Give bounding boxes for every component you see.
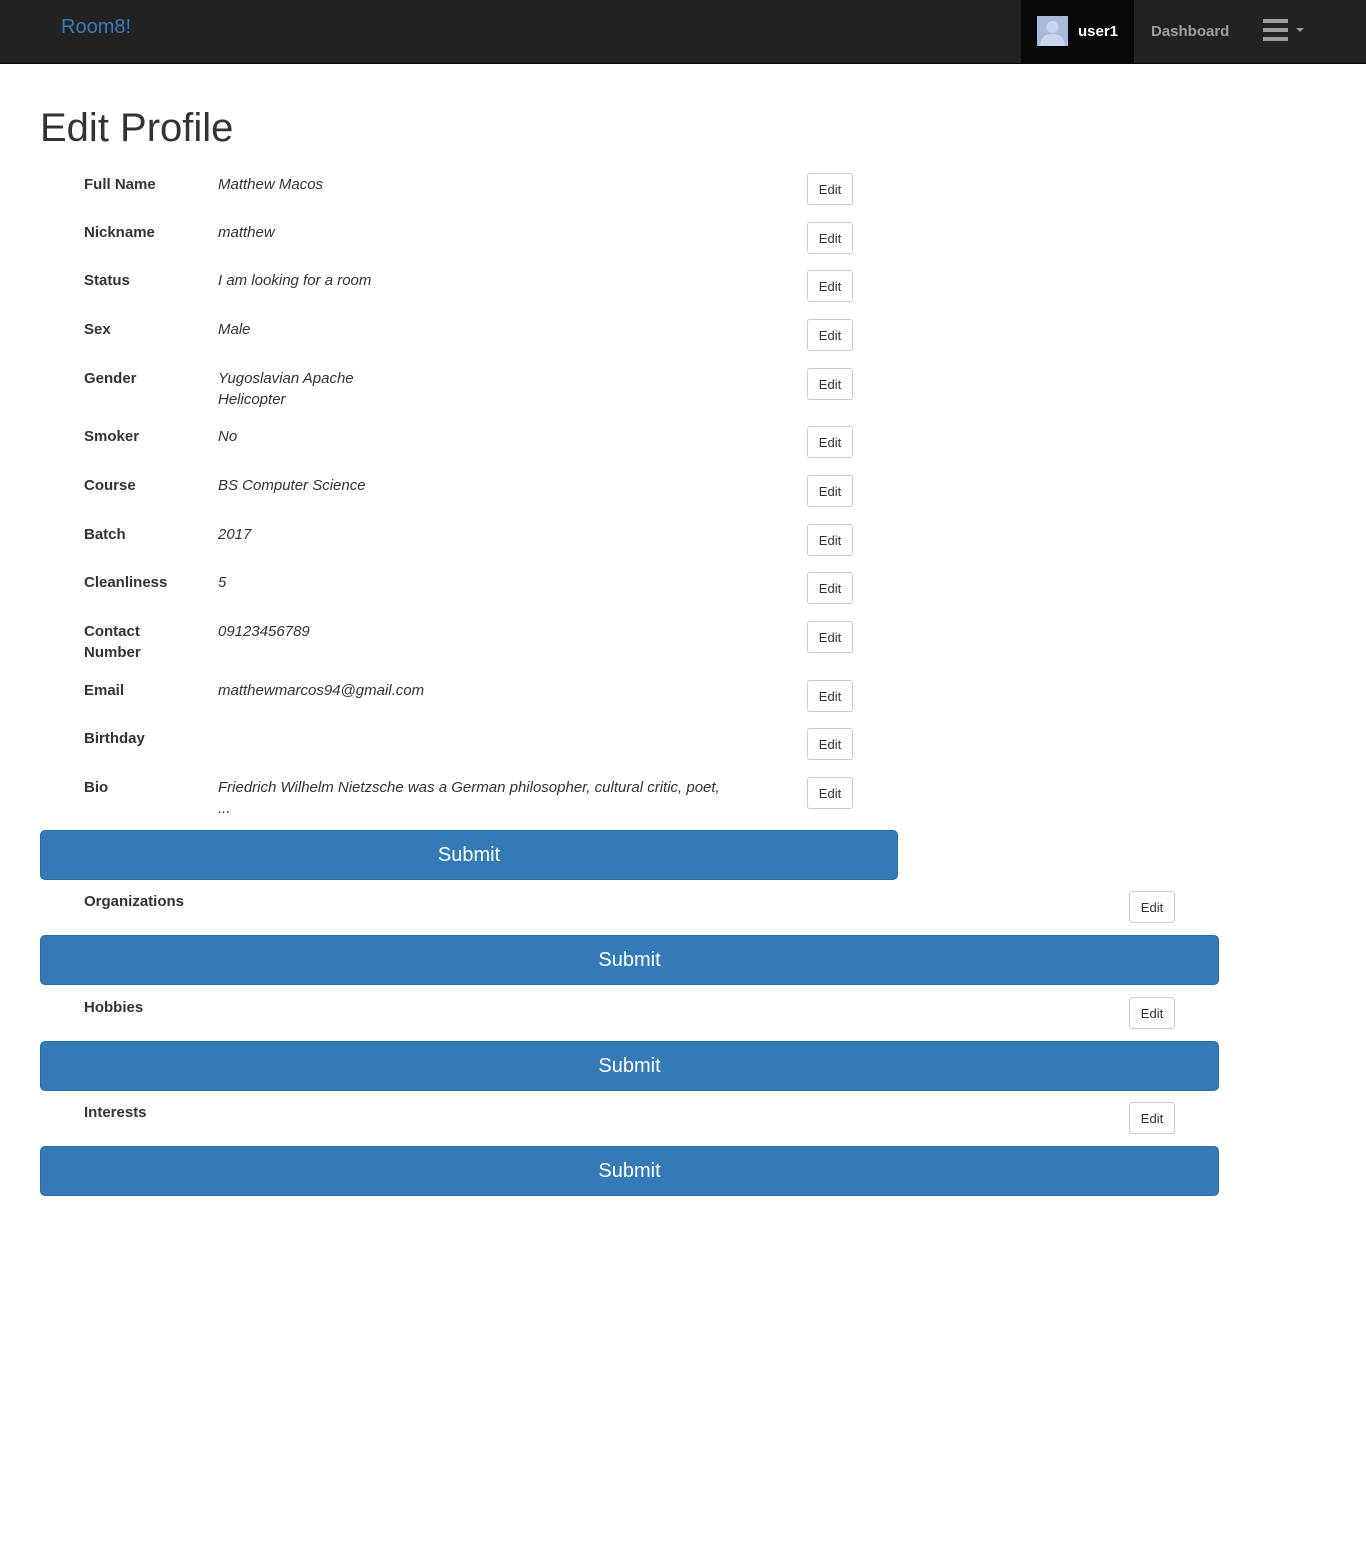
edit-batch-button[interactable]: Edit [807,524,853,556]
edit-smoker-button[interactable]: Edit [807,426,853,458]
page-title: Edit Profile [40,106,234,150]
field-label: Smoker [84,428,140,445]
hamburger-menu-icon[interactable] [1263,18,1307,46]
edit-gender-button[interactable]: Edit [807,368,853,400]
field-value: Matthew Macos [218,176,324,193]
dashboard-link[interactable]: Dashboard [1151,23,1229,40]
field-label: Cleanliness [84,574,168,591]
hobbies-label: Hobbies [84,999,144,1016]
field-value: No [218,428,238,445]
organizations-label: Organizations [84,893,185,910]
edit-interests-button[interactable]: Edit [1129,1102,1175,1134]
profile-submit-button[interactable]: Submit [40,830,898,880]
interests-submit-button[interactable]: Submit [40,1146,1219,1196]
field-label: Sex [84,321,111,338]
user-name: user1 [1078,23,1119,40]
edit-birthday-button[interactable]: Edit [807,728,853,760]
field-label: Course [84,477,136,494]
edit-status-button[interactable]: Edit [807,270,853,302]
field-value: 5 [218,574,227,591]
edit-bio-button[interactable]: Edit [807,777,853,809]
brand-link[interactable]: Room8! [61,16,131,39]
edit-nickname-button[interactable]: Edit [807,222,853,254]
edit-hobbies-button[interactable]: Edit [1129,997,1175,1029]
user-menu[interactable]: user1 [1021,0,1134,63]
edit-cleanliness-button[interactable]: Edit [807,572,853,604]
field-label: Nickname [84,224,155,241]
field-label: Contact Number [84,623,141,661]
interests-label: Interests [84,1104,147,1121]
edit-full-name-button[interactable]: Edit [807,173,853,205]
field-value: Male [218,321,251,338]
field-label: Batch [84,526,126,543]
edit-email-button[interactable]: Edit [807,680,853,712]
field-label: Status [84,272,130,289]
edit-sex-button[interactable]: Edit [807,319,853,351]
field-label: Bio [84,779,109,796]
field-label: Birthday [84,730,145,747]
edit-organizations-button[interactable]: Edit [1129,891,1175,923]
field-value: I am looking for a room [218,272,372,289]
organizations-submit-button[interactable]: Submit [40,935,1219,985]
top-navbar: Room8! user1 Dashboard [0,0,1366,64]
edit-contact-number-button[interactable]: Edit [807,621,853,653]
field-label: Full Name [84,176,156,193]
user-avatar-icon [1037,16,1068,46]
field-label: Email [84,682,125,699]
field-value: Friedrich Wilhelm Nietzsche was a German… [218,779,720,817]
field-value: matthewmarcos94@gmail.com [218,682,425,699]
field-label: Gender [84,370,137,387]
field-value: 09123456789 [218,623,310,640]
hobbies-submit-button[interactable]: Submit [40,1041,1219,1091]
field-value: BS Computer Science [218,477,366,494]
field-value: Yugoslavian Apache Helicopter [218,370,354,408]
edit-course-button[interactable]: Edit [807,475,853,507]
field-value: matthew [218,224,275,241]
field-value: 2017 [218,526,252,543]
